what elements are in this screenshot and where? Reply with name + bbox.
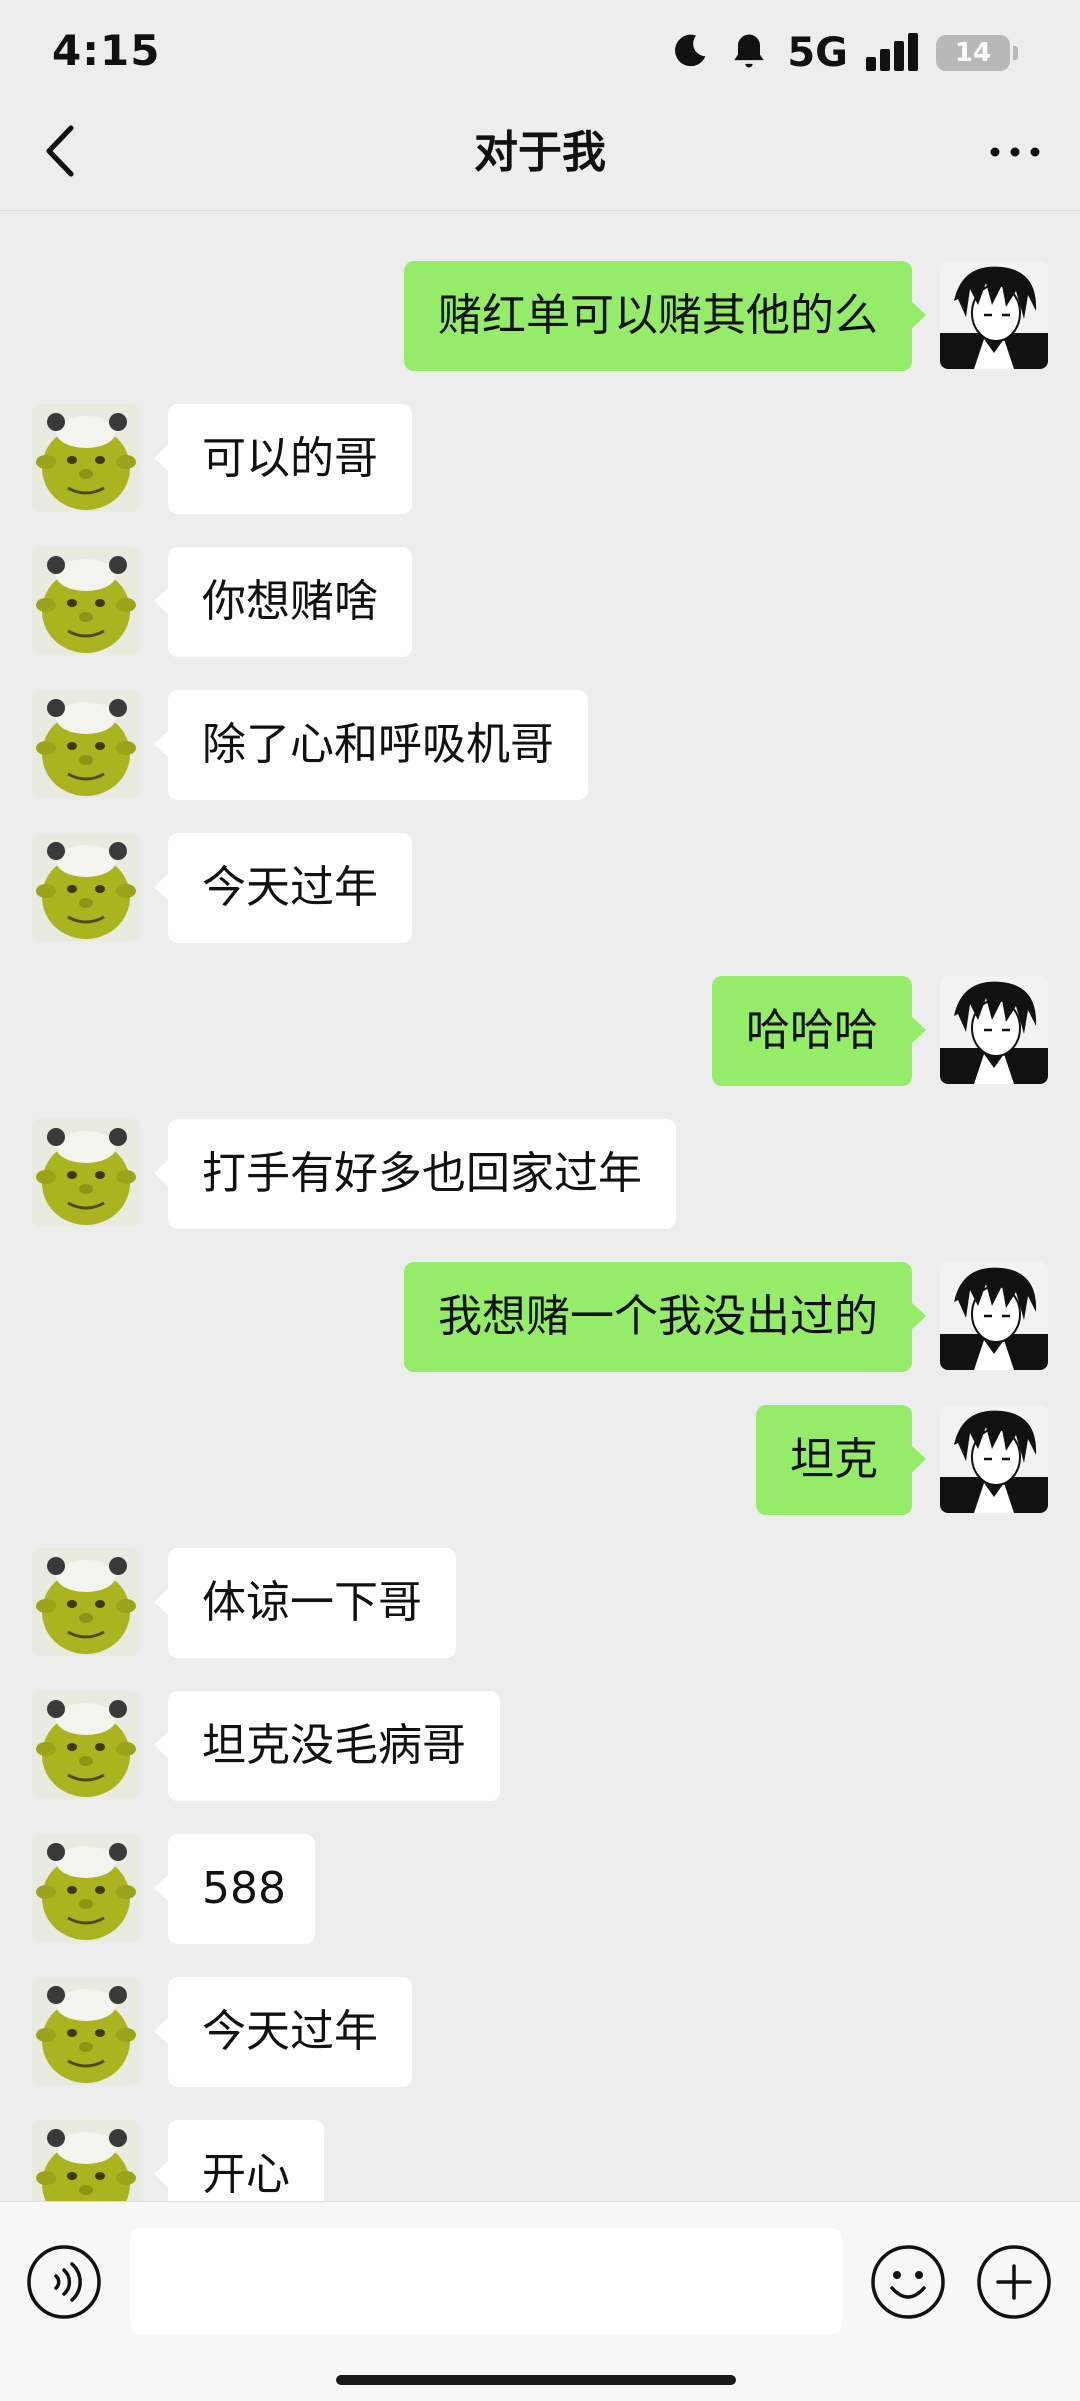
input-bar <box>0 2201 1080 2401</box>
received-message: 588 <box>0 1834 1080 1944</box>
more-button[interactable] <box>980 118 1050 188</box>
battery-icon: 14 <box>936 35 1018 71</box>
contact-avatar[interactable] <box>32 1977 140 2085</box>
home-indicator <box>336 2375 736 2385</box>
contact-avatar[interactable] <box>32 1691 140 1799</box>
message-input[interactable] <box>130 2228 842 2334</box>
message-bubble[interactable]: 坦克 <box>756 1405 926 1515</box>
status-bar: 4:15 5G 14 <box>0 0 1080 100</box>
received-message: 开心 <box>0 2120 1080 2201</box>
chat-title: 对于我 <box>474 127 606 178</box>
message-bubble[interactable]: 打手有好多也回家过年 <box>154 1119 676 1229</box>
network-type: 5G <box>787 30 848 76</box>
message-bubble[interactable]: 开心 <box>154 2120 324 2201</box>
contact-avatar[interactable] <box>32 1548 140 1656</box>
sent-message: 赌红单可以赌其他的么 <box>0 261 1080 371</box>
emoji-icon <box>870 2245 946 2324</box>
voice-button[interactable] <box>26 2244 102 2320</box>
message-bubble[interactable]: 今天过年 <box>154 833 412 943</box>
my-avatar[interactable] <box>940 976 1048 1084</box>
contact-avatar[interactable] <box>32 2120 140 2201</box>
message-bubble[interactable]: 你想赌啥 <box>154 547 412 657</box>
message-bubble[interactable]: 坦克没毛病哥 <box>154 1691 500 1801</box>
more-icon <box>988 144 1042 163</box>
sent-message: 我想赌一个我没出过的 <box>0 1262 1080 1372</box>
my-avatar[interactable] <box>940 1262 1048 1370</box>
message-bubble[interactable]: 哈哈哈 <box>712 976 926 1086</box>
message-bubble[interactable]: 今天过年 <box>154 1977 412 2087</box>
received-message: 可以的哥 <box>0 404 1080 514</box>
received-message: 体谅一下哥 <box>0 1548 1080 1658</box>
received-message: 打手有好多也回家过年 <box>0 1119 1080 1229</box>
moon-icon <box>669 30 711 76</box>
signal-icon <box>864 31 920 75</box>
received-message: 今天过年 <box>0 833 1080 943</box>
message-bubble[interactable]: 赌红单可以赌其他的么 <box>404 261 926 371</box>
plus-icon <box>976 2245 1052 2324</box>
plus-button[interactable] <box>976 2244 1052 2320</box>
received-message: 除了心和呼吸机哥 <box>0 690 1080 800</box>
battery-level: 14 <box>954 38 992 68</box>
sent-message: 坦克 <box>0 1405 1080 1515</box>
my-avatar[interactable] <box>940 261 1048 369</box>
message-bubble[interactable]: 可以的哥 <box>154 404 412 514</box>
contact-avatar[interactable] <box>32 404 140 512</box>
received-message: 坦克没毛病哥 <box>0 1691 1080 1801</box>
status-icons: 5G 14 <box>669 28 1018 78</box>
my-avatar[interactable] <box>940 1405 1048 1513</box>
contact-avatar[interactable] <box>32 690 140 798</box>
message-bubble[interactable]: 除了心和呼吸机哥 <box>154 690 588 800</box>
received-message: 你想赌啥 <box>0 547 1080 657</box>
message-bubble[interactable]: 体谅一下哥 <box>154 1548 456 1658</box>
contact-avatar[interactable] <box>32 1834 140 1942</box>
nav-bar: 对于我 <box>0 100 1080 211</box>
contact-avatar[interactable] <box>32 833 140 941</box>
sent-message: 哈哈哈 <box>0 976 1080 1086</box>
received-message: 今天过年 <box>0 1977 1080 2087</box>
contact-avatar[interactable] <box>32 1119 140 1227</box>
chat-list[interactable]: 赌红单可以赌其他的么 可以的哥 你想赌啥 除了心和呼吸机哥 今天过年 哈哈哈 打手有好多也回… <box>0 211 1080 2201</box>
voice-icon <box>26 2245 102 2324</box>
status-time: 4:15 <box>52 26 161 75</box>
message-bubble[interactable]: 我想赌一个我没出过的 <box>404 1262 926 1372</box>
message-bubble[interactable]: 588 <box>154 1834 315 1944</box>
emoji-button[interactable] <box>870 2244 946 2320</box>
contact-avatar[interactable] <box>32 547 140 655</box>
bell-icon <box>727 29 771 77</box>
